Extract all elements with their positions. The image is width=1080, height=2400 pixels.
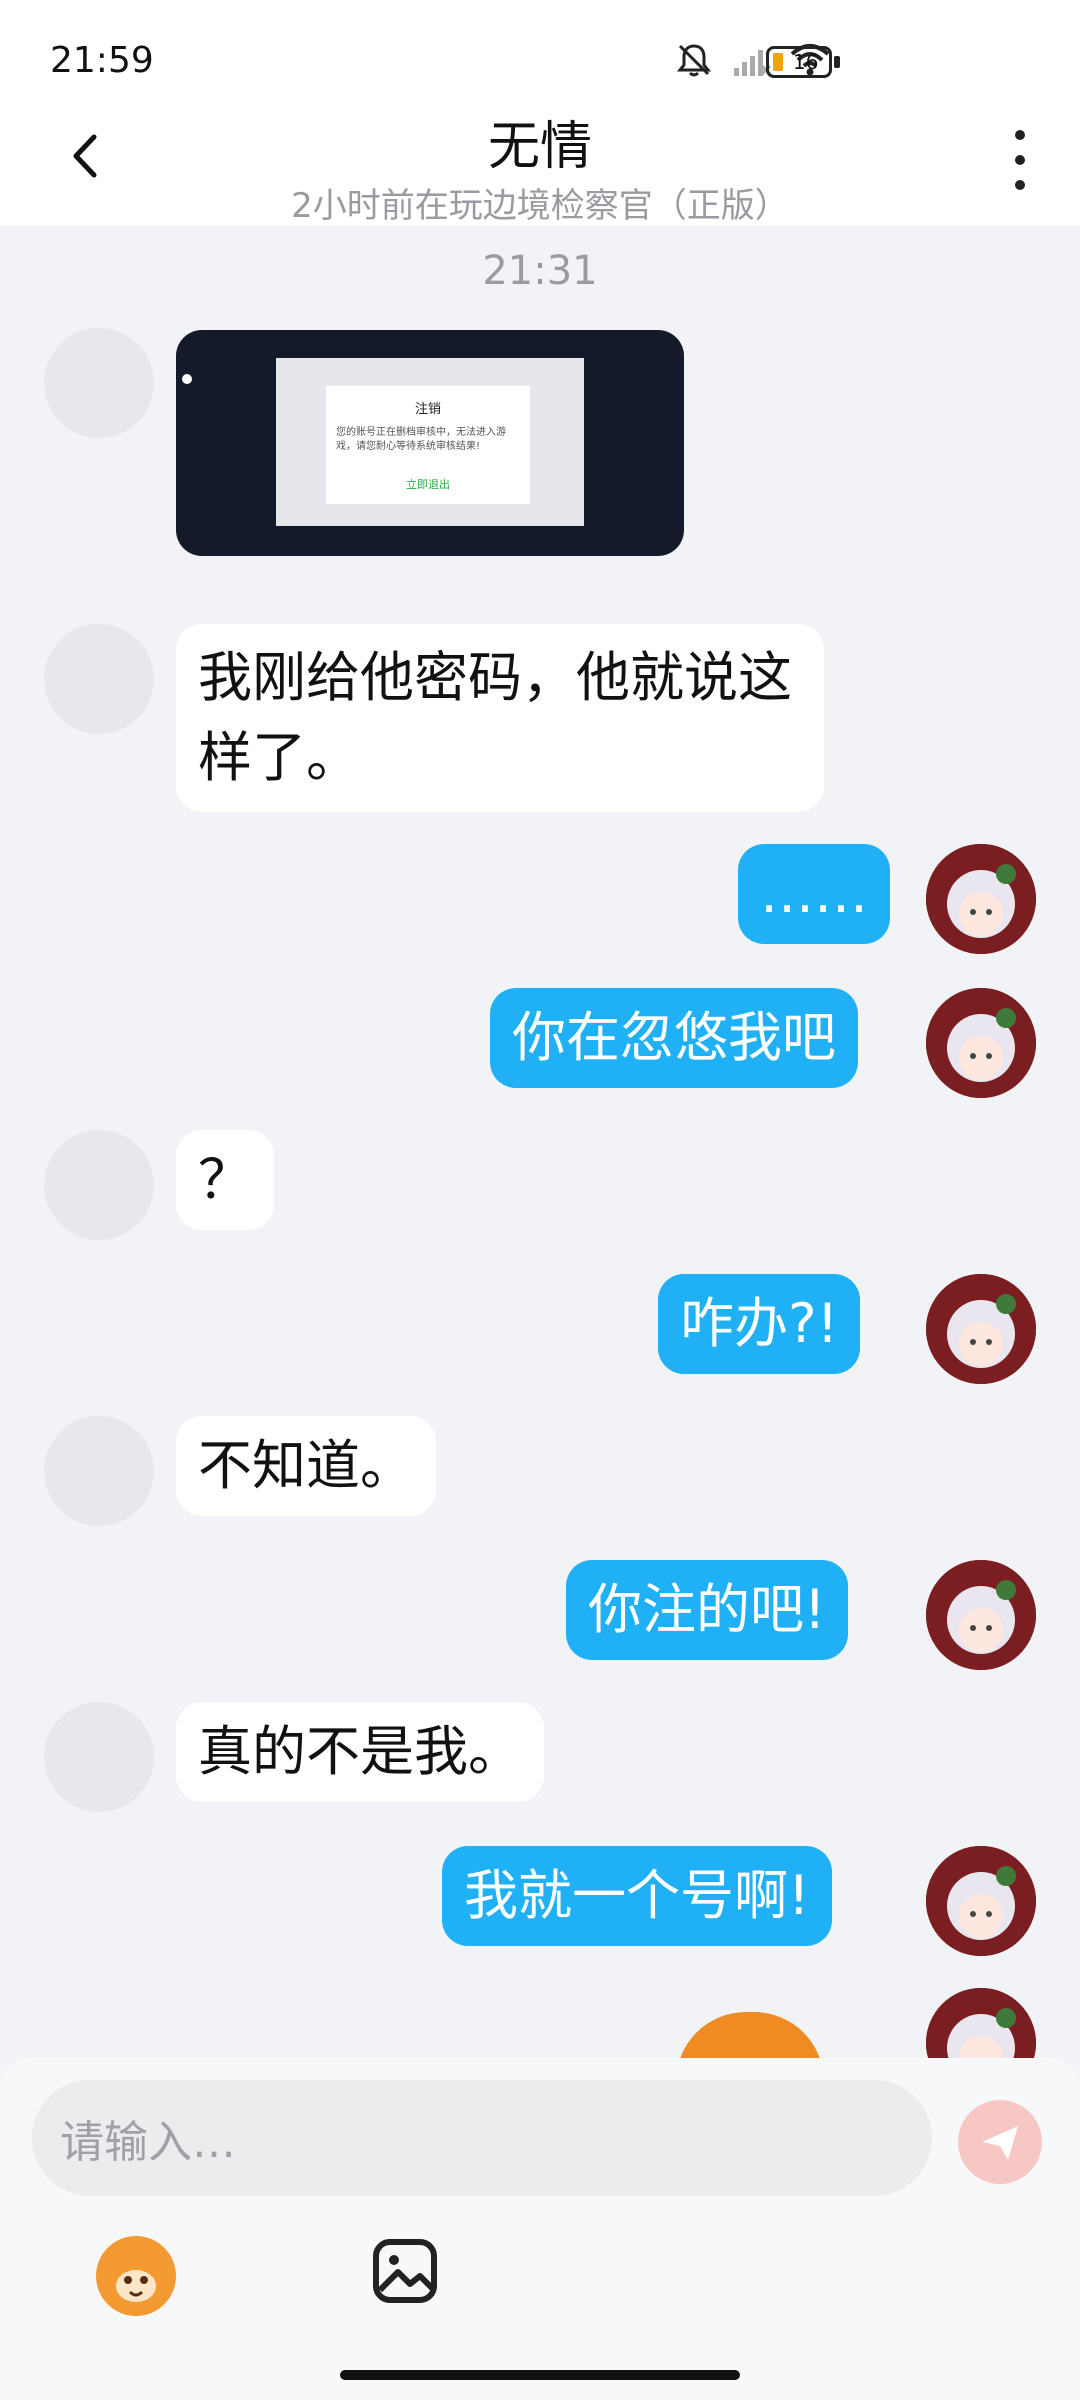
my-avatar[interactable] xyxy=(926,1560,1036,1670)
status-time: 21:59 xyxy=(50,40,154,81)
screenshot-dialog: 注销 您的账号正在删档审核中，无法进入游戏，请您耐心等待系统审核结果! 立即退出 xyxy=(326,386,530,504)
more-icon xyxy=(1015,130,1025,140)
chat-subtitle: 2小时前在玩边境检察官（正版） xyxy=(291,186,789,226)
contact-avatar[interactable] xyxy=(44,1130,154,1240)
battery-indicator: 16 xyxy=(766,46,832,78)
recording-dot-icon xyxy=(182,374,192,384)
message-bubble-sent[interactable]: …… xyxy=(738,844,890,944)
message-bubble-received[interactable]: 不知道。 xyxy=(176,1416,436,1516)
chat-title: 无情 xyxy=(487,117,592,177)
anime-avatar-icon xyxy=(926,988,1036,1098)
anime-avatar-icon xyxy=(926,1274,1036,1384)
image-message[interactable]: 注销 您的账号正在删档审核中，无法进入游戏，请您耐心等待系统审核结果! 立即退出 xyxy=(176,330,684,556)
dialog-action: 立即退出 xyxy=(406,478,450,491)
message-bubble-received[interactable]: 真的不是我。 xyxy=(176,1702,544,1802)
message-input[interactable]: 请输入… xyxy=(32,2080,932,2196)
mute-icon xyxy=(676,44,712,77)
contact-avatar[interactable] xyxy=(44,624,154,734)
message-bubble-sent[interactable]: 你在忽悠我吧 xyxy=(490,988,858,1088)
contact-avatar[interactable] xyxy=(44,1416,154,1526)
my-avatar[interactable] xyxy=(926,1274,1036,1384)
my-avatar[interactable] xyxy=(926,844,1036,954)
message-bubble-sent[interactable]: 咋办?! xyxy=(658,1274,861,1374)
my-avatar[interactable] xyxy=(926,988,1036,1098)
dialog-body: 您的账号正在删档审核中，无法进入游戏，请您耐心等待系统审核结果! xyxy=(336,427,506,452)
battery-tip xyxy=(834,56,840,68)
my-avatar[interactable] xyxy=(926,1846,1036,1956)
send-icon xyxy=(982,2126,1018,2160)
anime-avatar-icon xyxy=(926,1560,1036,1670)
battery-level: 16 xyxy=(793,50,819,74)
contact-avatar[interactable] xyxy=(44,1702,154,1812)
home-indicator[interactable] xyxy=(340,2370,740,2380)
emoji-button[interactable] xyxy=(96,2236,176,2316)
image-icon[interactable] xyxy=(370,2236,440,2306)
message-bubble-sent[interactable]: 你注的吧! xyxy=(566,1560,848,1660)
message-bubble-received[interactable]: 我刚给他密码，他就说这样了。 xyxy=(176,624,824,812)
message-timestamp: 21:31 xyxy=(482,248,598,294)
dialog-title: 注销 xyxy=(414,402,441,417)
top-bar: 21:59 16 无情 2小时前在玩边境检察官（正版） xyxy=(0,0,1080,226)
anime-avatar-icon xyxy=(926,1846,1036,1956)
input-panel: 请输入… xyxy=(0,2058,1080,2400)
more-button[interactable] xyxy=(1000,130,1040,190)
anime-avatar-icon xyxy=(926,844,1036,954)
message-bubble-received[interactable]: ？ xyxy=(176,1130,274,1230)
contact-avatar[interactable] xyxy=(44,328,154,438)
emoji-icon xyxy=(106,2248,166,2308)
send-button[interactable] xyxy=(958,2100,1042,2184)
message-bubble-sent[interactable]: 我就一个号啊! xyxy=(442,1846,832,1946)
